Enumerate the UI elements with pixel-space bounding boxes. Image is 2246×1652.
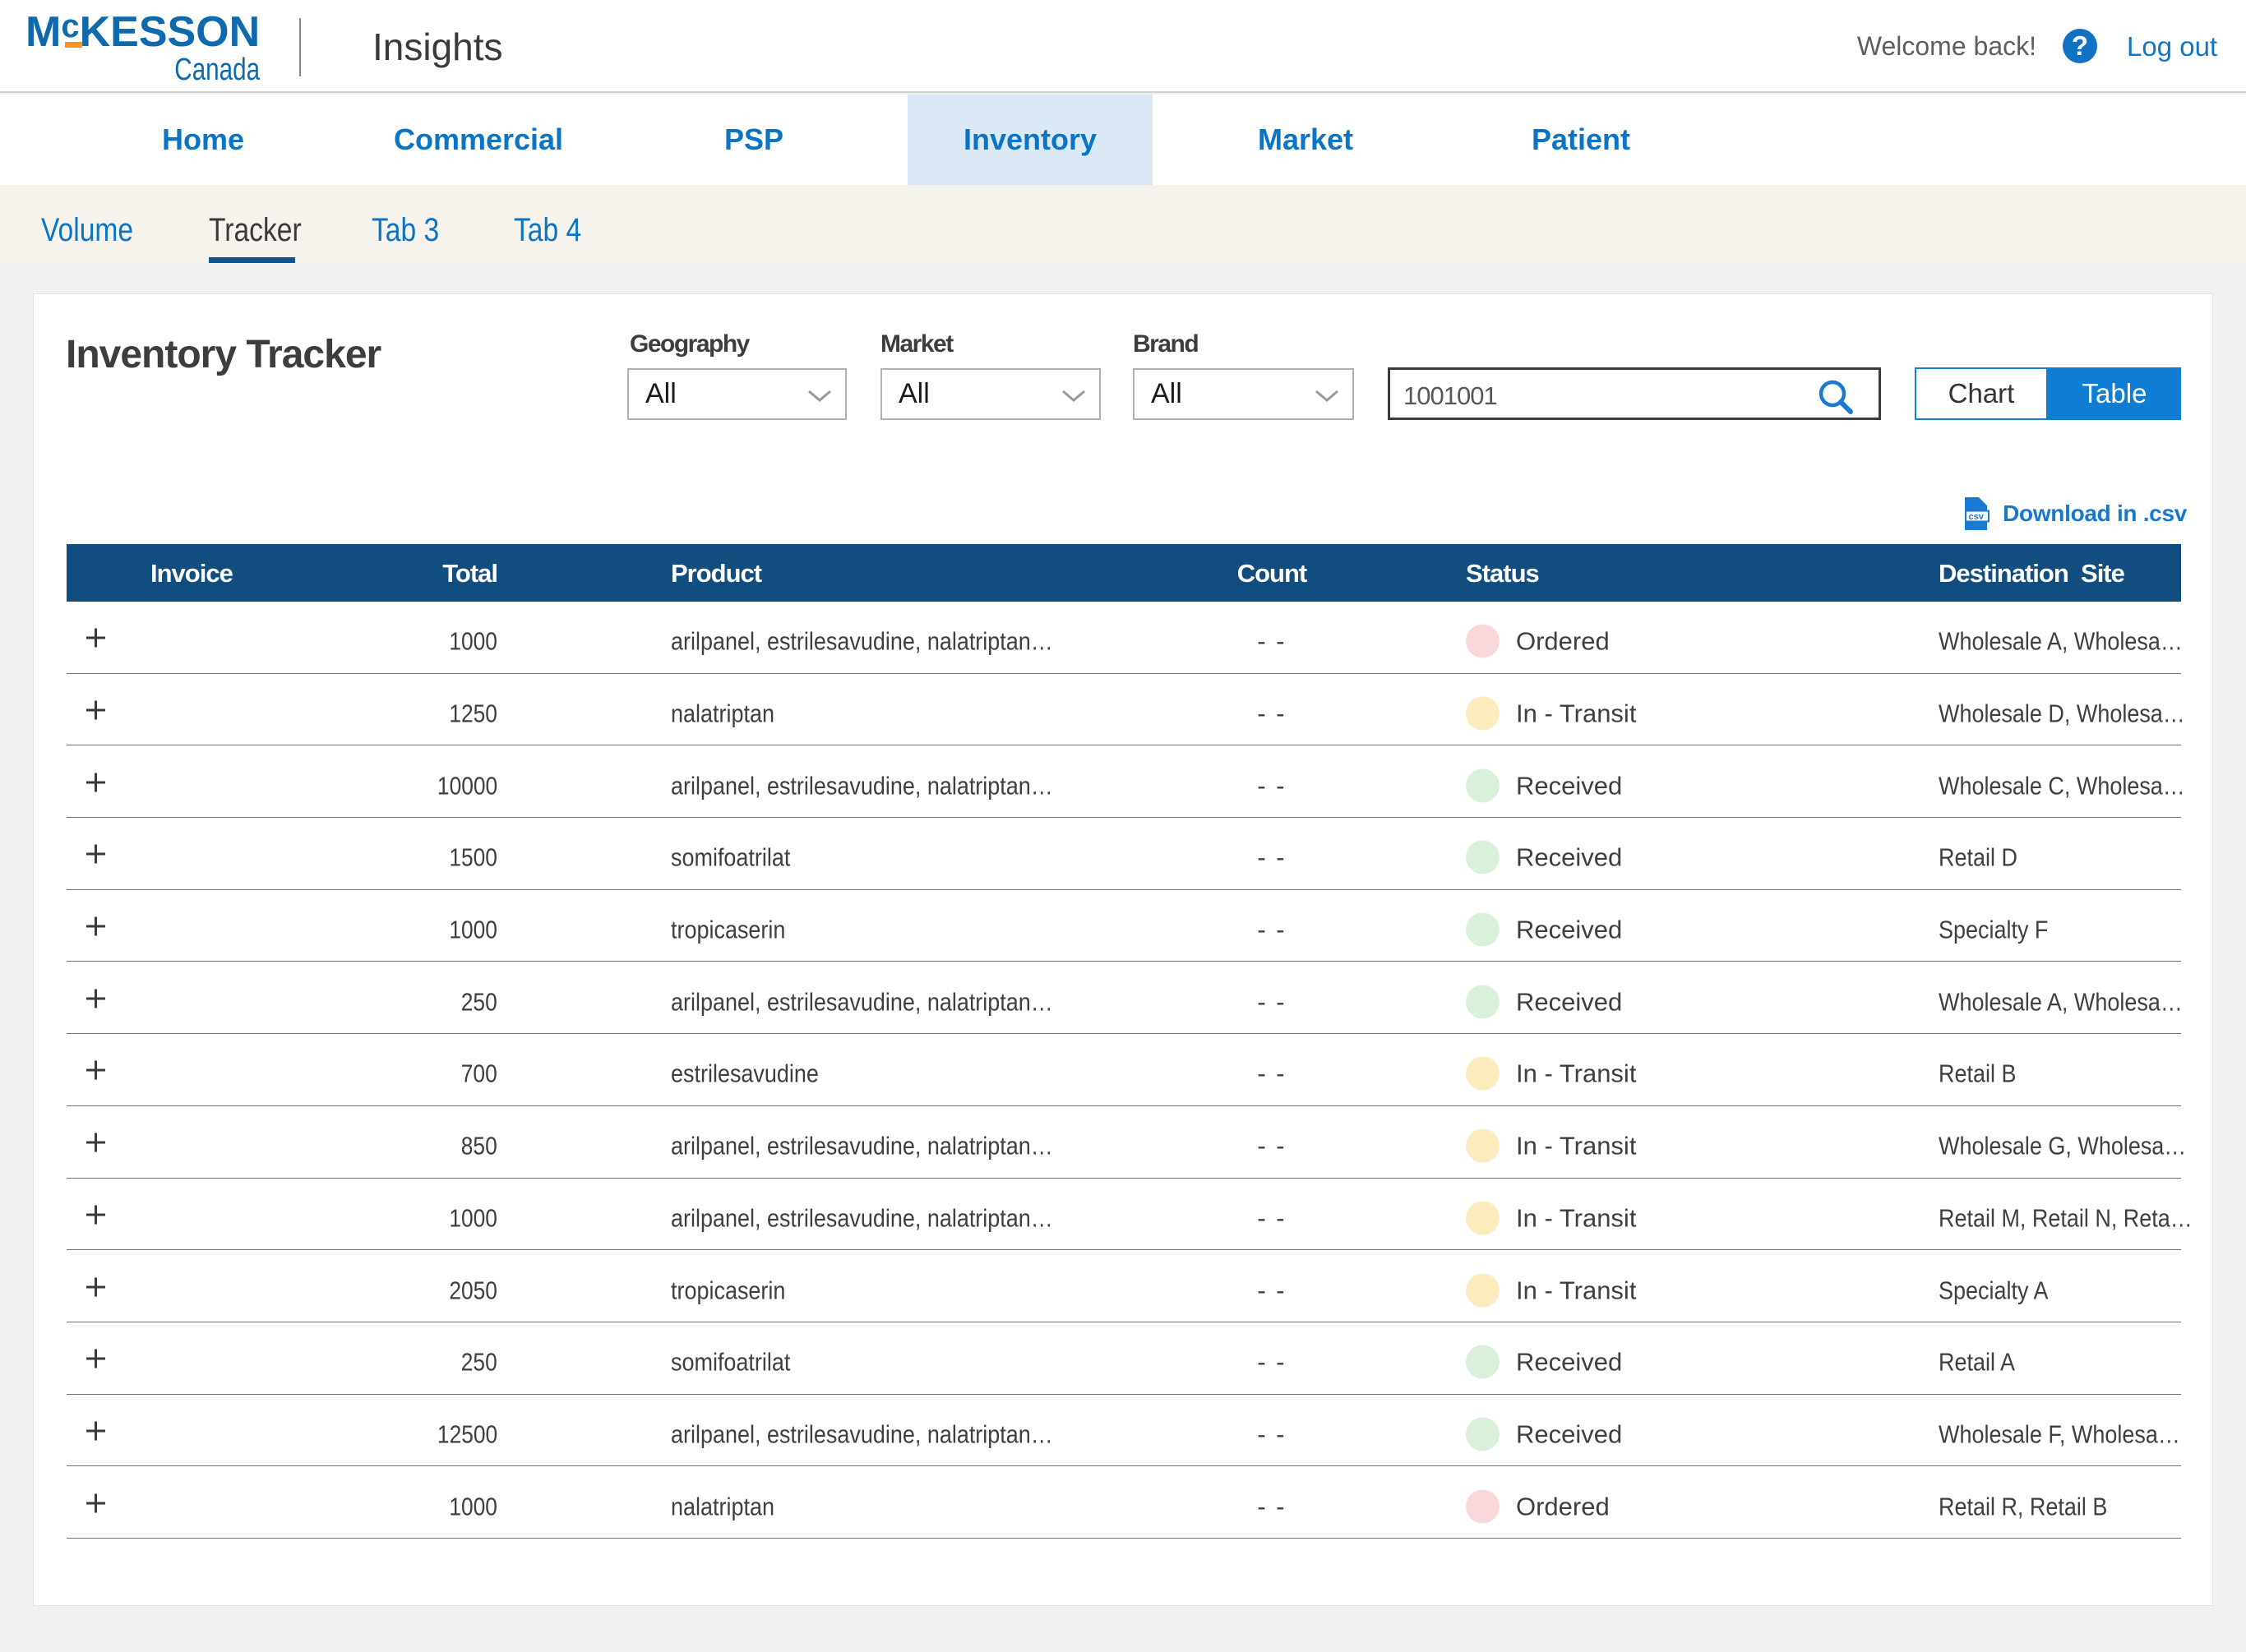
- svg-text:csv: csv: [1969, 512, 1985, 522]
